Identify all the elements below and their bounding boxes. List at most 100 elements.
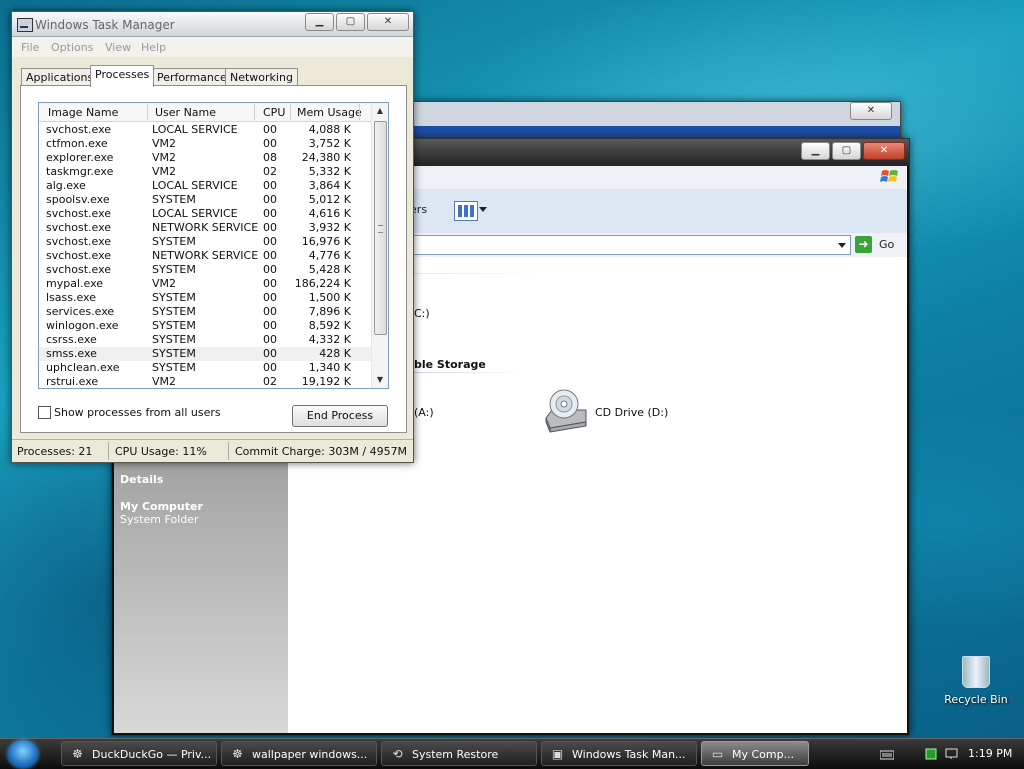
process-user: LOCAL SERVICE — [152, 207, 238, 220]
close-button[interactable]: ✕ — [367, 13, 409, 31]
process-row[interactable]: rstrui.exe VM2 02 19,192 K — [39, 375, 371, 388]
scroll-down-icon[interactable]: ▼ — [372, 372, 388, 388]
details-title: My Computer — [120, 500, 203, 513]
process-row[interactable]: csrss.exe SYSTEM 00 4,332 K — [39, 333, 371, 347]
process-name: smss.exe — [46, 347, 97, 360]
column-image-name[interactable]: Image Name — [48, 106, 118, 119]
close-button[interactable]: ✕ — [863, 142, 905, 160]
tab-performance[interactable]: Performance — [152, 68, 232, 86]
minimize-button[interactable]: ▁ — [305, 13, 334, 31]
scroll-thumb[interactable] — [374, 121, 387, 335]
process-cpu: 00 — [263, 249, 277, 262]
processes-panel: Image Name User Name CPU Mem Usage svcho… — [20, 85, 407, 433]
show-all-users-checkbox[interactable] — [38, 406, 51, 419]
drive-c-label[interactable]: C:) — [414, 307, 430, 320]
maximize-button[interactable]: ▢ — [832, 142, 861, 160]
raccoon-icon: ☸ — [232, 747, 243, 761]
process-user: SYSTEM — [152, 361, 196, 374]
process-list-header: Image Name User Name CPU Mem Usage — [39, 103, 371, 122]
process-row[interactable]: uphclean.exe SYSTEM 00 1,340 K — [39, 361, 371, 375]
background-window[interactable]: ✕ — [413, 101, 901, 143]
status-processes: Processes: 21 — [17, 445, 93, 458]
column-cpu[interactable]: CPU — [263, 106, 285, 119]
process-user: LOCAL SERVICE — [152, 123, 238, 136]
task-manager-window[interactable]: Windows Task Manager ▁ ▢ ✕ File Options … — [11, 11, 414, 463]
process-row[interactable]: mypal.exe VM2 00 186,224 K — [39, 277, 371, 291]
process-user: SYSTEM — [152, 347, 196, 360]
process-cpu: 08 — [263, 151, 277, 164]
tab-processes[interactable]: Processes — [90, 65, 155, 87]
process-row[interactable]: explorer.exe VM2 08 24,380 K — [39, 151, 371, 165]
close-button[interactable]: ✕ — [850, 102, 892, 120]
process-row[interactable]: svchost.exe LOCAL SERVICE 00 4,088 K — [39, 123, 371, 137]
views-dropdown-arrow-icon[interactable] — [479, 207, 487, 212]
process-row[interactable]: ctfmon.exe VM2 00 3,752 K — [39, 137, 371, 151]
taskbar-button-task-manager[interactable]: ▣ Windows Task Man... — [541, 741, 697, 766]
process-cpu: 00 — [263, 347, 277, 360]
process-mem: 5,012 K — [308, 193, 351, 206]
process-row[interactable]: svchost.exe LOCAL SERVICE 00 4,616 K — [39, 207, 371, 221]
process-mem: 19,192 K — [301, 375, 351, 388]
go-button[interactable]: ➜ Go — [855, 235, 905, 255]
process-mem: 4,616 K — [308, 207, 351, 220]
column-user-name[interactable]: User Name — [155, 106, 216, 119]
scroll-up-icon[interactable]: ▲ — [372, 103, 388, 119]
tab-networking[interactable]: Networking — [225, 68, 298, 86]
process-mem: 4,776 K — [308, 249, 351, 262]
task-manager-titlebar[interactable]: Windows Task Manager ▁ ▢ ✕ — [12, 12, 413, 37]
process-mem: 1,340 K — [308, 361, 351, 374]
process-row[interactable]: smss.exe SYSTEM 00 428 K — [39, 347, 371, 361]
process-row[interactable]: winlogon.exe SYSTEM 00 8,592 K — [39, 319, 371, 333]
process-row[interactable]: services.exe SYSTEM 00 7,896 K — [39, 305, 371, 319]
process-row[interactable]: lsass.exe SYSTEM 00 1,500 K — [39, 291, 371, 305]
removable-storage-heading: ble Storage — [414, 358, 486, 371]
taskbar-button-my-computer[interactable]: ▭ My Comp... — [701, 741, 809, 766]
taskbar-button-label: Windows Task Man... — [572, 748, 686, 761]
start-button[interactable] — [8, 740, 38, 768]
process-user: VM2 — [152, 137, 177, 150]
taskbar-button-system-restore[interactable]: ⟲ System Restore — [381, 741, 537, 766]
process-row[interactable]: svchost.exe SYSTEM 00 5,428 K — [39, 263, 371, 277]
process-row[interactable]: taskmgr.exe VM2 02 5,332 K — [39, 165, 371, 179]
taskbar-button-label: DuckDuckGo — Priv... — [92, 748, 212, 761]
taskbar-button-wallpaper[interactable]: ☸ wallpaper windows... — [221, 741, 377, 766]
process-cpu: 00 — [263, 123, 277, 136]
recycle-bin[interactable]: Recycle Bin — [940, 656, 1012, 706]
menu-view[interactable]: View — [105, 41, 131, 54]
process-list[interactable]: Image Name User Name CPU Mem Usage svcho… — [38, 102, 389, 389]
tab-applications[interactable]: Applications — [21, 68, 99, 86]
taskbar-button-duckduckgo[interactable]: ☸ DuckDuckGo — Priv... — [61, 741, 217, 766]
process-user: VM2 — [152, 151, 177, 164]
network-icon[interactable] — [925, 748, 939, 760]
process-user: SYSTEM — [152, 193, 196, 206]
process-user: NETWORK SERVICE — [152, 221, 259, 234]
process-cpu: 00 — [263, 179, 277, 192]
end-process-button[interactable]: End Process — [292, 405, 388, 427]
menu-help[interactable]: Help — [141, 41, 166, 54]
column-mem-usage[interactable]: Mem Usage — [297, 106, 362, 119]
process-row[interactable]: spoolsv.exe SYSTEM 00 5,012 K — [39, 193, 371, 207]
system-clock[interactable]: 1:19 PM — [968, 747, 1012, 760]
details-heading[interactable]: Details — [120, 473, 163, 486]
keyboard-icon[interactable] — [880, 748, 894, 760]
process-row[interactable]: svchost.exe NETWORK SERVICE 00 3,932 K — [39, 221, 371, 235]
menu-options[interactable]: Options — [51, 41, 93, 54]
cd-drive-icon[interactable] — [542, 388, 590, 436]
maximize-button[interactable]: ▢ — [336, 13, 365, 31]
floppy-drive-label[interactable]: (A:) — [414, 406, 434, 419]
process-cpu: 00 — [263, 221, 277, 234]
address-dropdown-icon[interactable] — [834, 236, 850, 254]
process-user: SYSTEM — [152, 319, 196, 332]
menu-file[interactable]: File — [21, 41, 39, 54]
views-icon[interactable] — [454, 201, 478, 221]
process-name: svchost.exe — [46, 263, 112, 276]
minimize-button[interactable]: ▁ — [801, 142, 830, 160]
cd-drive-label[interactable]: CD Drive (D:) — [595, 406, 668, 419]
process-cpu: 00 — [263, 235, 277, 248]
process-row[interactable]: svchost.exe SYSTEM 00 16,976 K — [39, 235, 371, 249]
process-list-scrollbar[interactable]: ▲ ▼ — [371, 103, 388, 388]
process-row[interactable]: alg.exe LOCAL SERVICE 00 3,864 K — [39, 179, 371, 193]
monitor-icon[interactable] — [945, 748, 959, 760]
process-name: svchost.exe — [46, 123, 112, 136]
process-row[interactable]: svchost.exe NETWORK SERVICE 00 4,776 K — [39, 249, 371, 263]
